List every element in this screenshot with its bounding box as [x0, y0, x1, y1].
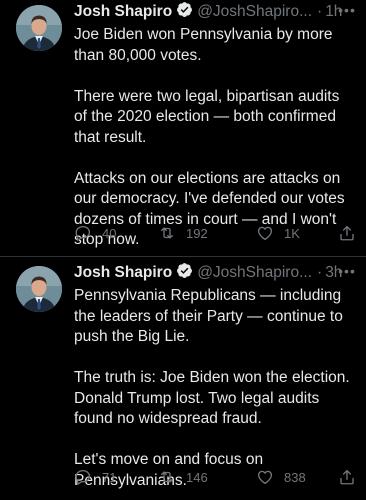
more-dots-icon[interactable]: ••• — [338, 1, 356, 23]
tweet-text: Joe Biden won Pennsylvania by more than … — [74, 25, 354, 251]
retweet-button[interactable]: 146 — [158, 466, 208, 488]
tweet-header: Josh Shapiro @JoshShapiro... · 3h ••• — [74, 262, 356, 284]
reply-count: 71 — [102, 469, 117, 485]
retweet-button[interactable]: 192 — [158, 222, 208, 244]
like-count: 838 — [284, 469, 306, 485]
tweet-actions: 71 146 838 — [74, 466, 356, 488]
verified-badge-icon — [172, 262, 193, 284]
reply-button[interactable]: 71 — [74, 466, 116, 488]
author-handle[interactable]: @JoshShapiro... — [197, 3, 312, 21]
more-dots-icon[interactable]: ••• — [338, 262, 356, 284]
retweet-count: 146 — [186, 469, 208, 485]
tweet-paragraph: The truth is: Joe Biden won the election… — [74, 369, 350, 427]
tweet-header: Josh Shapiro @JoshShapiro... · 1h ••• — [74, 1, 356, 23]
share-button[interactable] — [338, 466, 356, 488]
reply-icon — [75, 469, 91, 485]
reply-button[interactable]: 40 — [74, 222, 116, 244]
like-count: 1K — [284, 225, 300, 241]
tweet[interactable]: Josh Shapiro @JoshShapiro... · 3h ••• Pe… — [0, 256, 366, 500]
retweet-count: 192 — [186, 225, 208, 241]
tweet-text: Pennsylvania Republicans — including the… — [74, 286, 354, 491]
tweet-paragraph: Pennsylvania Republicans — including the… — [74, 287, 343, 345]
like-button[interactable]: 1K — [256, 222, 300, 244]
author-name[interactable]: Josh Shapiro — [74, 3, 172, 21]
share-icon — [340, 469, 354, 485]
heart-icon — [257, 226, 273, 241]
heart-icon — [257, 470, 273, 485]
like-button[interactable]: 838 — [256, 466, 306, 488]
header-separator: · — [317, 264, 323, 281]
tweet-paragraph: There were two legal, bipartisan audits … — [74, 87, 340, 146]
retweet-icon — [161, 471, 173, 483]
author-handle[interactable]: @JoshShapiro... — [197, 264, 312, 282]
reply-count: 40 — [102, 225, 117, 241]
verified-badge-icon — [172, 1, 193, 23]
reply-icon — [75, 225, 91, 241]
avatar[interactable] — [16, 5, 62, 51]
share-button[interactable] — [338, 222, 356, 244]
share-icon — [340, 225, 354, 241]
retweet-icon — [161, 227, 173, 239]
tweet-paragraph: Joe Biden won Pennsylvania by more than … — [74, 26, 333, 64]
author-name[interactable]: Josh Shapiro — [74, 264, 172, 282]
avatar[interactable] — [16, 266, 62, 312]
header-separator: · — [317, 3, 323, 20]
tweet[interactable]: Josh Shapiro @JoshShapiro... · 1h ••• Jo… — [0, 0, 366, 256]
tweet-actions: 40 192 1K — [74, 222, 356, 244]
